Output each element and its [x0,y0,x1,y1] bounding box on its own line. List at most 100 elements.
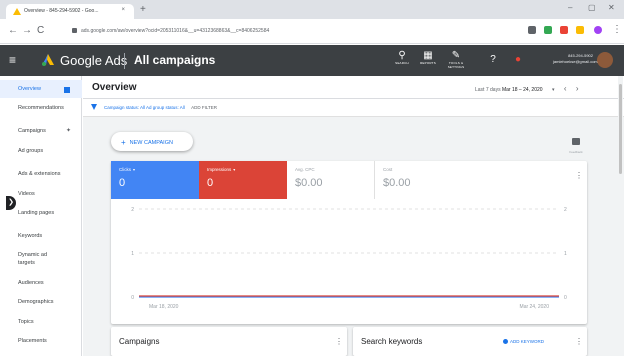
main-content: Overview Last 7 days Mar 18 – 24, 2020 ▾… [83,76,624,356]
tools-settings-button[interactable]: ✎ TOOLS & SETTINGS [443,50,469,69]
extension-icon[interactable] [560,26,568,34]
filter-chips[interactable]: Campaign status: All Ad group status: Al… [104,105,217,110]
extension-icon[interactable] [576,26,584,34]
add-circle-icon [503,339,508,344]
campaign-scope[interactable]: All campaigns [134,53,215,67]
sidebar-item-ads-extensions[interactable]: Ads & extensions [0,170,82,178]
date-range-value: Mar 18 – 24, 2020 [501,87,543,93]
metric-clicks-value: 0 [119,177,126,189]
minimize-icon[interactable]: – [568,4,572,12]
filter-bar: Campaign status: All Ad group status: Al… [83,99,624,117]
y-tick-right: 2 [564,207,567,213]
sidebar-item-demographics[interactable]: Demographics [0,298,82,306]
next-period-icon[interactable]: › [576,84,579,93]
chevron-down-icon[interactable]: ▾ [133,167,135,172]
add-filter-button[interactable]: ADD FILTER [191,105,217,110]
more-options-icon[interactable]: ⋮ [575,171,583,180]
metric-clicks-label: Clicks [119,167,131,172]
sidebar-item-label: Topics [18,319,34,325]
chevron-down-icon[interactable]: ▾ [233,167,235,172]
sidebar-item-campaigns[interactable]: Campaigns ✦ [0,127,82,135]
more-options-icon[interactable]: ⋮ [335,337,343,346]
feedback-button[interactable]: Feedback [569,132,583,154]
wrench-icon: ✎ [451,50,461,61]
x-tick-label: Mar 24, 2020 [520,304,550,310]
tab-close-icon[interactable]: × [121,7,125,13]
new-campaign-label: NEW CAMPAIGN [129,140,173,146]
date-range-picker[interactable]: Last 7 days Mar 18 – 24, 2020 ▾ ‹ › [475,84,579,93]
avatar[interactable] [597,52,613,68]
search-icon: ⚲ [398,50,406,61]
sidebar-item-label: Placements [18,338,47,344]
y-tick-right: 0 [564,295,567,301]
sidebar-item-label: Audiences [18,280,44,286]
sidebar-item-landing-pages[interactable]: Landing pages [0,209,82,217]
sidebar-item-audiences[interactable]: Audiences [0,279,82,287]
search-label: SEARCH [395,61,409,65]
reports-button[interactable]: ▦ REPORTS [415,50,441,65]
browser-menu-icon[interactable]: ⋮ [612,24,622,36]
chevron-down-icon[interactable]: ▾ [552,87,555,93]
sidebar-item-overview[interactable]: Overview [0,80,82,98]
reload-icon[interactable]: C [37,25,44,37]
browser-toolbar: ← → C ads.google.com/aw/overview?ocid=20… [0,19,624,44]
sidebar-item-placements[interactable]: Placements [0,337,82,345]
google-ads-logo-icon [42,54,54,66]
sidebar-item-label: Demographics [18,299,54,305]
sidebar-item-label: Dynamic ad targets [18,252,48,266]
active-filters[interactable]: Campaign status: All Ad group status: Al… [104,105,185,110]
metric-avg-cpc[interactable]: Avg. CPC $0.00 [287,161,375,199]
search-keywords-title: Search keywords [361,337,423,346]
help-icon[interactable]: ? [480,54,506,65]
metric-impressions[interactable]: Impressions ▾ 0 [199,161,287,199]
account-info[interactable]: 845-294-5902 jamiehoekse@gmail.com [553,53,598,65]
more-options-icon[interactable]: ⋮ [575,337,583,346]
profile-icon[interactable] [594,26,602,34]
notifications-icon[interactable]: ● [505,54,531,65]
browser-tab-strip: Overview - 845-294-5902 - Goo... × + – ▢… [0,0,624,19]
close-window-icon[interactable]: ✕ [608,4,615,12]
back-icon[interactable]: ← [8,25,18,37]
menu-icon[interactable]: ≡ [9,54,16,66]
sidebar-item-label: Videos [18,191,35,197]
filter-icon[interactable] [91,104,97,110]
star-icon[interactable] [528,26,536,34]
maximize-icon[interactable]: ▢ [588,4,596,12]
sidebar-item-recommendations[interactable]: Recommendations [0,104,82,112]
sidebar-item-label: Keywords [18,233,43,239]
tools-label: TOOLS & SETTINGS [447,61,465,69]
ads-header: ≡ Google Ads All campaigns ⚲ SEARCH ▦ RE… [0,45,624,76]
feedback-icon [572,138,580,145]
metric-clicks[interactable]: Clicks ▾ 0 [111,161,199,199]
google-ads-favicon-icon [13,8,21,15]
campaigns-panel-title: Campaigns [119,337,160,346]
metric-cost[interactable]: Cost $0.00 [375,161,463,199]
search-keywords-panel: Search keywords ADD KEYWORD ⋮ [353,327,587,356]
extension-icon[interactable] [544,26,552,34]
scrollbar-thumb[interactable] [619,84,622,174]
y-tick-left: 1 [131,251,134,257]
metric-avg-cpc-value: $0.00 [295,177,323,189]
sidebar-item-label: Campaigns [18,128,46,134]
page-scrollbar[interactable] [618,76,623,356]
y-tick-left: 2 [131,207,134,213]
metric-impressions-value: 0 [207,177,214,189]
sidebar-item-label: Overview [18,86,41,92]
search-button[interactable]: ⚲ SEARCH [389,50,415,65]
sidebar-item-topics[interactable]: Topics [0,318,82,326]
forward-icon[interactable]: → [22,25,32,37]
new-tab-button[interactable]: + [140,5,146,15]
sidebar-item-label: Ads & extensions [18,171,61,177]
performance-chart: 2 2 1 1 0 0 Mar 18, 2020 Mar 24, 2020 [111,199,587,324]
prev-period-icon[interactable]: ‹ [564,84,567,93]
new-campaign-button[interactable]: + NEW CAMPAIGN [111,132,193,151]
browser-tab-title: Overview - 845-294-5902 - Goo... [24,8,99,14]
sidebar-item-ad-groups[interactable]: Ad groups [0,147,82,155]
overview-header: Overview Last 7 days Mar 18 – 24, 2020 ▾… [83,76,624,99]
browser-tab[interactable]: Overview - 845-294-5902 - Goo... × [6,4,134,19]
add-keyword-button[interactable]: ADD KEYWORD [503,339,544,344]
sidebar-item-keywords[interactable]: Keywords [0,232,82,240]
reports-label: REPORTS [420,61,436,65]
address-bar[interactable]: ads.google.com/aw/overview?ocid=20531101… [72,24,502,38]
sidebar-item-dynamic-ad-targets[interactable]: Dynamic ad targets [0,251,60,267]
